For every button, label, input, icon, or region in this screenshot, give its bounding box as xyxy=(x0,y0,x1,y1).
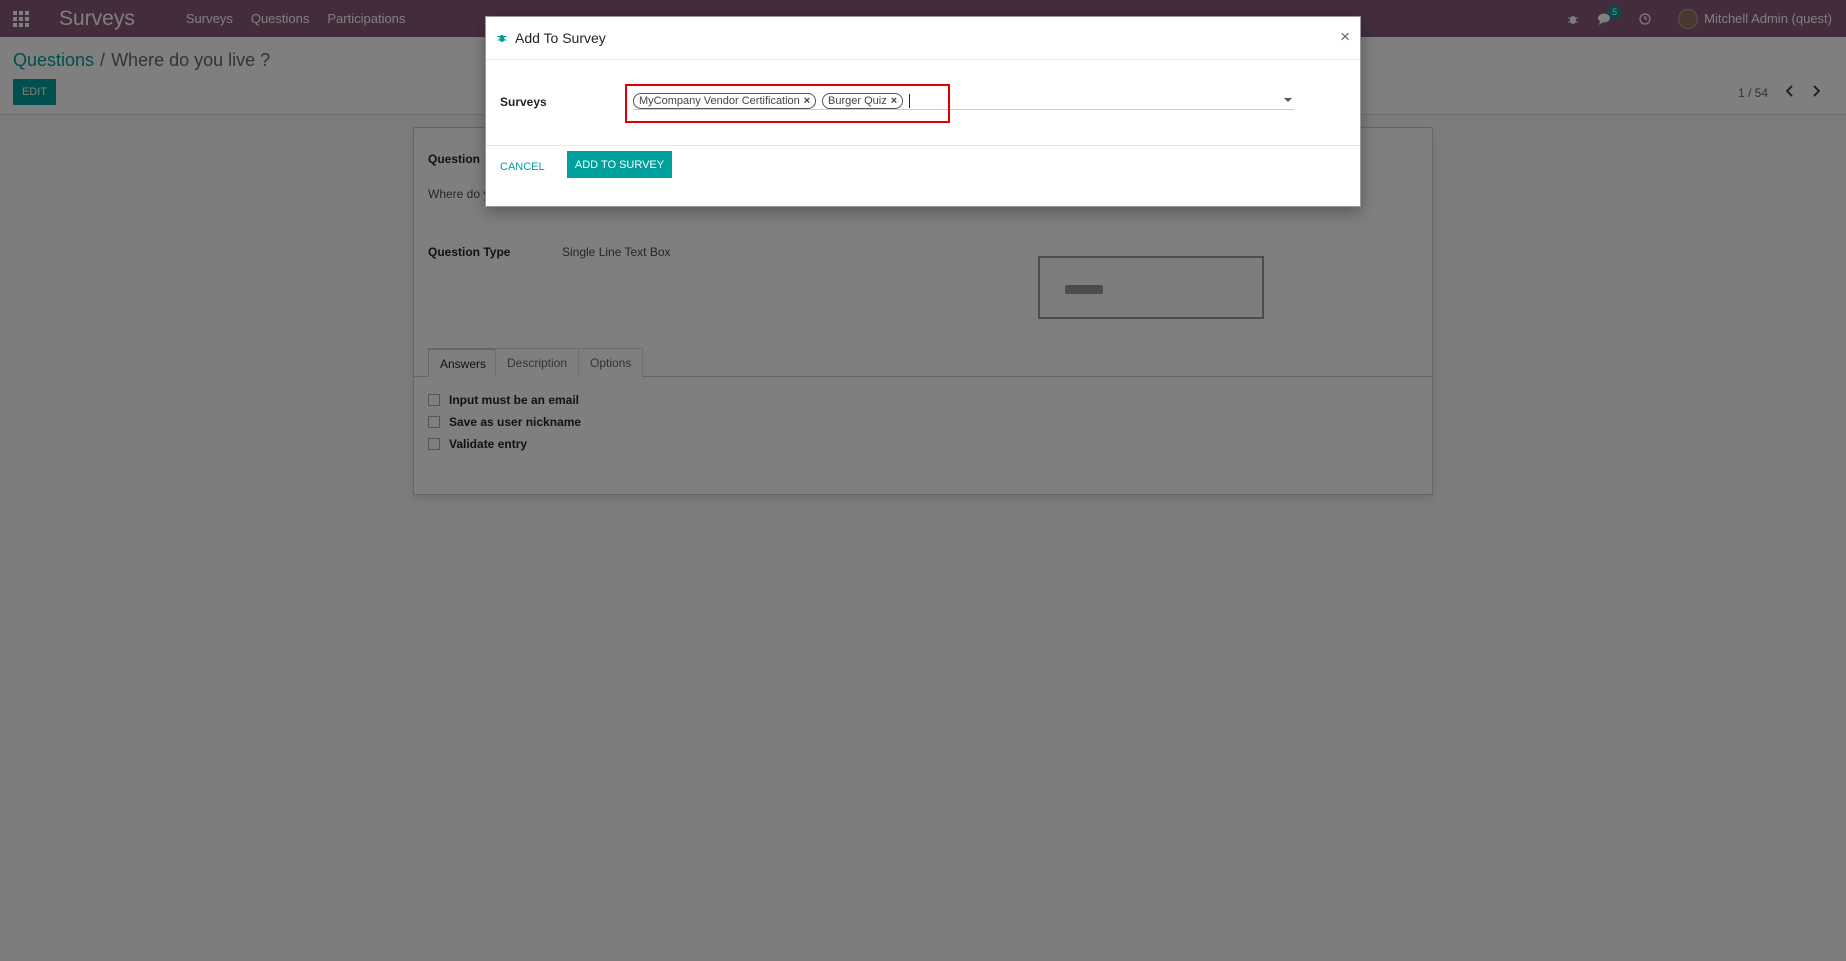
dialog-header: Add To Survey × xyxy=(486,17,1360,60)
add-to-survey-button[interactable]: ADD TO SURVEY xyxy=(567,151,672,178)
dropdown-caret-icon[interactable] xyxy=(1284,98,1292,102)
highlight-box xyxy=(625,84,950,123)
cancel-button[interactable]: CANCEL xyxy=(500,161,545,173)
close-icon[interactable]: × xyxy=(1340,27,1350,47)
surveys-field-label: Surveys xyxy=(500,95,547,109)
bug-icon xyxy=(497,31,507,46)
dialog-body: Surveys MyCompany Vendor Certification ×… xyxy=(486,60,1360,146)
add-to-survey-dialog: Add To Survey × Surveys MyCompany Vendor… xyxy=(485,16,1361,207)
dialog-title: Add To Survey xyxy=(515,30,606,46)
